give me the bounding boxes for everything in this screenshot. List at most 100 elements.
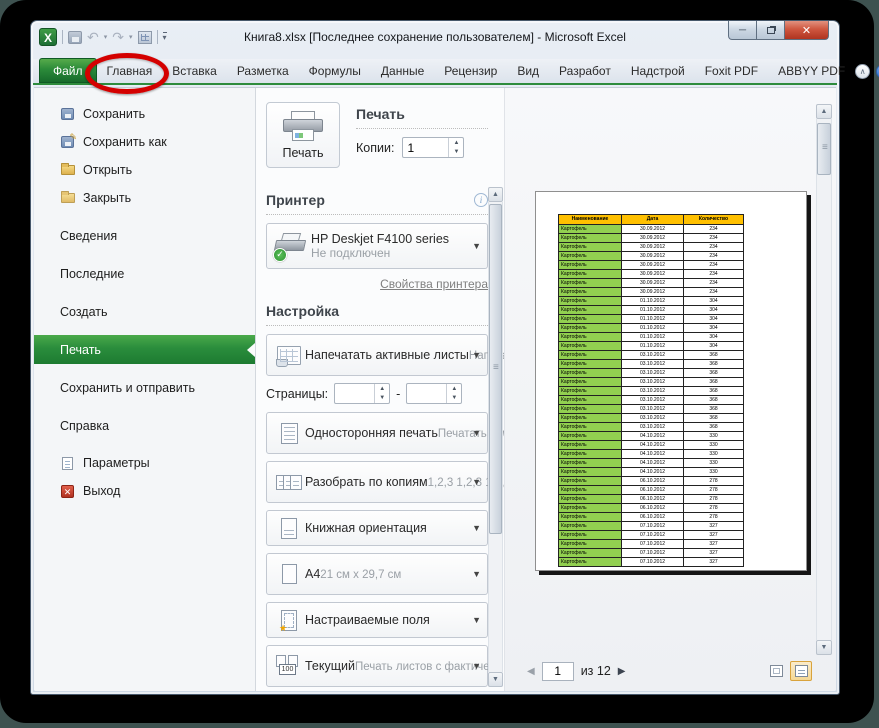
sidebar-item-5[interactable]: Последние (34, 259, 255, 288)
dropdown-margins[interactable]: Настраиваемые поля ▼ (266, 602, 488, 638)
ribbon-tab-0[interactable]: Файл (39, 58, 97, 83)
dropdown-sides[interactable]: Односторонняя печатьПечатать только на о… (266, 412, 595, 454)
scrollbar-thumb[interactable] (489, 204, 502, 534)
page-to-stepper[interactable]: ▲ ▼ (406, 383, 463, 404)
window-title: Книга8.xlsx [Последнее сохранение пользо… (244, 30, 626, 44)
settings-scrollbar[interactable]: ▲ ▼ (488, 187, 503, 687)
save-as-icon (60, 132, 77, 148)
page-from-stepper[interactable]: ▲ ▼ (334, 383, 391, 404)
table-row: Картофель 01.10.2012 304 (559, 342, 743, 351)
sidebar-item-2[interactable]: Открыть (34, 156, 255, 184)
show-margins-button[interactable] (765, 661, 787, 681)
sidebar-item-11[interactable]: ✕ Выход (34, 477, 255, 505)
ribbon-tab-4[interactable]: Формулы (299, 58, 371, 83)
table-row: Картофель 30.09.2012 234 (559, 261, 743, 270)
dropdown-paper-size[interactable]: A421 см x 29,7 см ▼ (266, 553, 488, 595)
dropdown-title: Текущий (305, 659, 355, 673)
scrollbar-thumb[interactable] (817, 123, 831, 175)
page-to-input[interactable] (407, 384, 447, 403)
scroll-up-icon[interactable]: ▲ (816, 104, 832, 119)
copies-stepper[interactable]: ▲▼ (402, 137, 465, 158)
dropdown-orientation[interactable]: Книжная ориентация ▼ (266, 510, 488, 546)
scaling-icon: 100 (273, 655, 305, 677)
dropdown-scaling[interactable]: 100 ТекущийПечать листов с фактическ... ▼ (266, 645, 510, 687)
copies-input[interactable] (403, 138, 449, 157)
dropdown-title: Разобрать по копиям (305, 475, 428, 489)
a4-icon (273, 564, 305, 584)
ribbon-tab-9[interactable]: Надстрой (621, 58, 695, 83)
previous-page-icon[interactable]: ◀ (527, 666, 535, 677)
pages-row: Страницы: ▲ ▼ - ▲ ▼ (266, 383, 488, 404)
print-heading: Печать (356, 106, 405, 122)
table-row: Картофель 03.10.2012 368 (559, 414, 743, 423)
table-row: Картофель 01.10.2012 304 (559, 315, 743, 324)
sidebar-item-10[interactable]: Параметры (34, 449, 255, 477)
table-row: Картофель 30.09.2012 234 (559, 270, 743, 279)
printer-heading: Принтер (266, 192, 325, 208)
sidebar-item-4[interactable]: Сведения (34, 221, 255, 250)
sidebar-item-3[interactable]: Закрыть (34, 184, 255, 212)
ribbon-tab-6[interactable]: Рецензир (434, 58, 507, 83)
save-icon (60, 108, 75, 120)
sidebar-item-8[interactable]: Сохранить и отправить (34, 373, 255, 402)
check-badge-icon: ✓ (273, 248, 287, 262)
maximize-button[interactable] (757, 21, 784, 40)
copies-spin-arrows[interactable]: ▲ ▼ (448, 138, 463, 157)
ribbon-tab-1[interactable]: Главная (97, 58, 163, 83)
ribbon-tab-2[interactable]: Вставка (162, 58, 227, 83)
printer-dropdown[interactable]: ✓ HP Deskjet F4100 series Не подключен ▼ (266, 223, 488, 269)
table-row: Картофель 07.10.2012 327 (559, 531, 743, 540)
collapse-ribbon-icon[interactable]: ∧ (855, 64, 871, 79)
printer-icon (283, 110, 323, 141)
zoom-to-page-button[interactable] (790, 661, 812, 681)
table-row: Картофель 30.09.2012 234 (559, 288, 743, 297)
dropdown-title: Настраиваемые поля (305, 613, 430, 627)
scrollbar-track[interactable] (488, 202, 503, 672)
sidebar-item-0[interactable]: Сохранить (34, 100, 255, 128)
printer-status: Не подключен (311, 246, 391, 260)
page-from-input[interactable] (335, 384, 375, 403)
sidebar-item-label: Открыть (83, 163, 133, 177)
print-preview-area: Наименование Дата Количество Картофель 30.09… (504, 88, 836, 691)
chevron-down-icon: ▼ (472, 477, 481, 487)
scrollbar-track[interactable] (816, 119, 832, 640)
dropdown-collate[interactable]: Разобрать по копиям1,2,3 1,2,3 1,2,3 ▼ (266, 461, 511, 503)
print-button[interactable]: Печать (266, 102, 340, 168)
title-bar: X ↶ ▾ ↷ ▾ ▾ Книга8.xlsx [Последнее сохране… (31, 21, 839, 59)
minimize-button[interactable]: ─ (728, 21, 757, 40)
scroll-up-icon[interactable]: ▲ (488, 187, 503, 202)
backstage-sidebar: Сохранить Сохранить как Открыть Закрыть Свед… (34, 88, 256, 691)
table-row: Картофель 06.10.2012 278 (559, 513, 743, 522)
current-page-input[interactable] (541, 661, 574, 681)
ribbon-tab-3[interactable]: Разметка (227, 58, 299, 83)
sidebar-item-1[interactable]: Сохранить как (34, 128, 255, 156)
dropdown-print-area[interactable]: Напечатать активные листыНапечатать толь… (266, 334, 626, 376)
spin-up-icon: ▲ (451, 385, 458, 392)
table-row: Картофель 30.09.2012 234 (559, 279, 743, 288)
sidebar-item-6[interactable]: Создать (34, 297, 255, 326)
dropdown-title: Книжная ориентация (305, 521, 427, 535)
scroll-down-icon[interactable]: ▼ (816, 640, 832, 655)
close-button[interactable]: ✕ (784, 21, 829, 40)
ribbon-tab-11[interactable]: ABBYY PDF (768, 58, 855, 83)
pages-separator: - (396, 386, 401, 401)
info-icon[interactable]: i (474, 193, 488, 207)
sidebar-item-9[interactable]: Справка (34, 411, 255, 440)
preview-scrollbar[interactable]: ▲ ▼ (816, 104, 832, 655)
chevron-down-icon: ▼ (472, 350, 481, 360)
scroll-down-icon[interactable]: ▼ (488, 672, 503, 687)
ribbon-tab-8[interactable]: Разработ (549, 58, 621, 83)
sidebar-item-7[interactable]: Печать (34, 335, 255, 364)
divider (266, 214, 488, 215)
one-sided-icon (273, 422, 305, 444)
ribbon-tab-5[interactable]: Данные (371, 58, 434, 83)
printer-properties-link[interactable]: Свойства принтера (380, 277, 488, 291)
ribbon-tab-10[interactable]: Foxit PDF (695, 58, 768, 83)
ribbon-tab-7[interactable]: Вид (507, 58, 549, 83)
options-icon (60, 456, 75, 470)
margins-icon (273, 609, 305, 634)
print-settings-column: Печать Печать Копии: ▲▼ (256, 88, 626, 691)
next-page-icon[interactable]: ▶ (618, 666, 626, 677)
chevron-down-icon: ▼ (472, 615, 481, 625)
table-row: Картофель 03.10.2012 368 (559, 423, 743, 432)
